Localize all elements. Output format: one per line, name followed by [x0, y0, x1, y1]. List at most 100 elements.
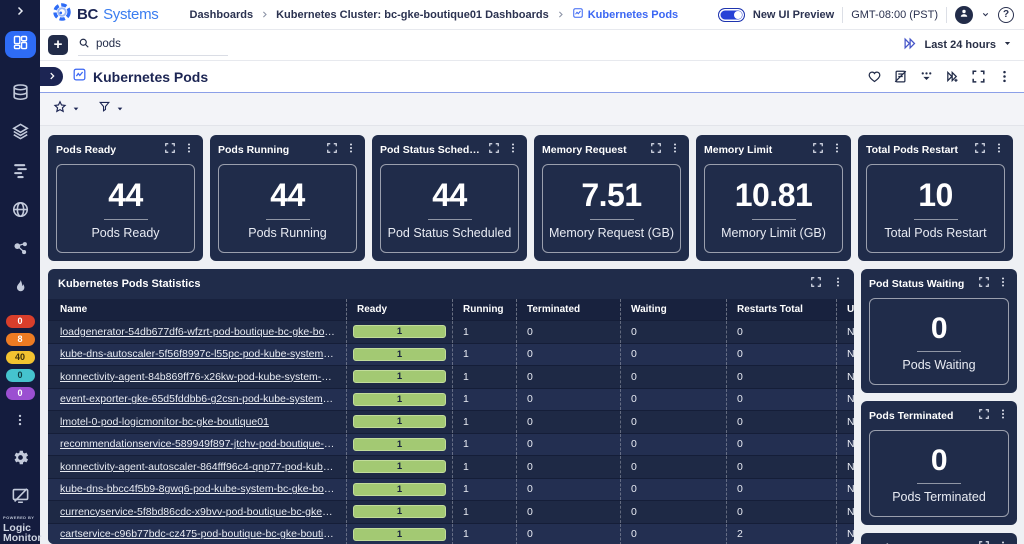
add-dashboard-button[interactable]: +	[48, 35, 68, 55]
kebab-icon[interactable]	[345, 141, 357, 159]
widget-label: Pod Status Scheduled	[388, 226, 512, 240]
pod-name-link[interactable]: cartservice-c96b77bdc-cz475-pod-boutique…	[60, 528, 336, 540]
new-ui-toggle-label: New UI Preview	[753, 9, 834, 21]
favorite-heart-icon[interactable]	[867, 69, 882, 84]
alert-count-badge[interactable]: 0	[6, 315, 35, 328]
kebab-icon[interactable]	[997, 407, 1009, 425]
stat-widget: Pods Ready 44 Pods Ready	[48, 135, 203, 261]
waiting-cell: 0	[620, 344, 726, 366]
kebab-icon[interactable]	[993, 141, 1005, 159]
pod-name-link[interactable]: currencyservice-5f8bd86cdc-x9bvv-pod-bou…	[60, 506, 336, 518]
restarts-cell: 0	[726, 389, 836, 411]
sidebar-item-modules[interactable]	[0, 122, 40, 146]
divider	[104, 219, 148, 220]
restarts-cell: 0	[726, 501, 836, 523]
fullscreen-icon[interactable]	[971, 69, 986, 84]
kebab-icon[interactable]	[183, 141, 195, 159]
kebab-icon[interactable]	[997, 275, 1009, 293]
collapse-panel-button[interactable]	[40, 67, 63, 86]
fullscreen-icon[interactable]	[978, 275, 990, 293]
kebab-icon[interactable]	[997, 539, 1009, 544]
sidebar-item-settings[interactable]	[0, 448, 40, 472]
pod-name-link[interactable]: konnectivity-agent-autoscaler-864fff96c4…	[60, 461, 336, 473]
kebab-icon[interactable]	[831, 141, 843, 159]
breadcrumb-current[interactable]: Kubernetes Pods	[572, 7, 678, 22]
logo-line2: Monitor	[3, 533, 37, 543]
fullscreen-icon[interactable]	[326, 141, 338, 159]
alert-count-badge[interactable]: 40	[6, 351, 35, 364]
pod-name-link[interactable]: kube-dns-autoscaler-5f56f8997c-l55pc-pod…	[60, 348, 336, 360]
column-header[interactable]: Running	[452, 299, 516, 320]
fullscreen-icon[interactable]	[974, 141, 986, 159]
running-cell: 1	[452, 344, 516, 366]
alert-count-badge[interactable]: 0	[6, 387, 35, 400]
breadcrumb-cluster[interactable]: Kubernetes Cluster: bc-gke-boutique01 Da…	[276, 9, 549, 21]
widget-label: Pods Running	[248, 226, 327, 240]
table-row: konnectivity-agent-autoscaler-864fff96c4…	[48, 455, 854, 478]
unknown-cell: No	[836, 434, 854, 456]
new-ui-toggle[interactable]	[718, 8, 745, 22]
ready-status-pill: 1	[353, 505, 446, 518]
collapse-widgets-icon[interactable]	[919, 69, 934, 84]
column-header[interactable]: Name	[48, 299, 346, 320]
filter-menu[interactable]	[98, 100, 124, 118]
sidebar-expand-button[interactable]	[0, 0, 40, 26]
user-avatar[interactable]	[955, 6, 973, 24]
column-header[interactable]: Restarts Total	[726, 299, 836, 320]
report-off-icon[interactable]	[893, 69, 908, 84]
ready-status-pill: 1	[353, 528, 446, 541]
dashboard-search[interactable]: pods	[78, 35, 228, 56]
time-range-selector[interactable]: Last 24 hours	[902, 36, 1012, 54]
restarts-cell: 0	[726, 321, 836, 343]
fullscreen-icon[interactable]	[164, 141, 176, 159]
fullscreen-icon[interactable]	[978, 407, 990, 425]
stat-card-row: Pods Ready 44 Pods Ready Pods Running 44…	[48, 135, 1018, 261]
pod-name-link[interactable]: event-exporter-gke-65d5fddbb6-g2csn-pod-…	[60, 393, 336, 405]
sidebar-item-dashboards[interactable]	[5, 31, 36, 58]
fullscreen-icon[interactable]	[488, 141, 500, 159]
kebab-icon[interactable]	[997, 69, 1012, 84]
terminated-cell: 0	[516, 321, 620, 343]
brand-name-bold: BC	[77, 6, 98, 23]
table-row: kube-dns-bbcc4f5b9-8gwq6-pod-kube-system…	[48, 478, 854, 501]
pod-name-link[interactable]: kube-dns-bbcc4f5b9-8gwq6-pod-kube-system…	[60, 483, 336, 495]
restarts-cell: 0	[726, 344, 836, 366]
brand-logo[interactable]: BC Systems	[52, 2, 159, 27]
column-header[interactable]: Un	[836, 299, 854, 320]
sidebar-item-remote-session[interactable]	[0, 486, 40, 510]
kebab-icon[interactable]	[507, 141, 519, 159]
pod-name-link[interactable]: lmotel-0-pod-logicmonitor-bc-gke-boutiqu…	[60, 416, 269, 428]
running-cell: 1	[452, 389, 516, 411]
sidebar-item-websites[interactable]	[0, 200, 40, 224]
favorites-filter[interactable]	[53, 100, 80, 119]
sidebar-item-resources[interactable]	[0, 83, 40, 107]
unknown-cell: No	[836, 501, 854, 523]
fullscreen-icon[interactable]	[812, 141, 824, 159]
forecast-play-icon[interactable]	[945, 69, 960, 84]
alert-count-badge[interactable]: 0	[6, 369, 35, 382]
pod-name-link[interactable]: konnectivity-agent-84b869ff76-x26kw-pod-…	[60, 371, 336, 383]
sidebar-item-logs[interactable]	[0, 161, 40, 185]
alert-count-badge[interactable]: 8	[6, 333, 35, 346]
funnel-icon	[98, 100, 111, 118]
fullscreen-icon[interactable]	[978, 539, 990, 544]
fullscreen-icon[interactable]	[650, 141, 662, 159]
pod-name-link[interactable]: recommendationservice-589949f897-jtchv-p…	[60, 438, 336, 450]
fullscreen-icon[interactable]	[800, 275, 822, 293]
breadcrumb-dashboards[interactable]: Dashboards	[190, 9, 254, 21]
widget-label: Memory Request (GB)	[549, 226, 674, 240]
column-header[interactable]: Terminated	[516, 299, 620, 320]
kebab-icon[interactable]	[822, 275, 844, 293]
column-header[interactable]: Waiting	[620, 299, 726, 320]
sidebar-item-alerts[interactable]	[0, 278, 40, 302]
kebab-icon[interactable]	[669, 141, 681, 159]
pod-name-link[interactable]: loadgenerator-54db677df6-wfzrt-pod-bouti…	[60, 326, 336, 338]
caret-down-icon[interactable]	[981, 6, 990, 24]
help-button[interactable]: ?	[998, 7, 1014, 23]
divider	[752, 219, 796, 220]
chevron-right-icon	[556, 10, 565, 19]
terminated-cell: 0	[516, 456, 620, 478]
sidebar-more-button[interactable]	[13, 413, 27, 432]
column-header[interactable]: Ready	[346, 299, 452, 320]
sidebar-item-topology[interactable]	[0, 239, 40, 263]
